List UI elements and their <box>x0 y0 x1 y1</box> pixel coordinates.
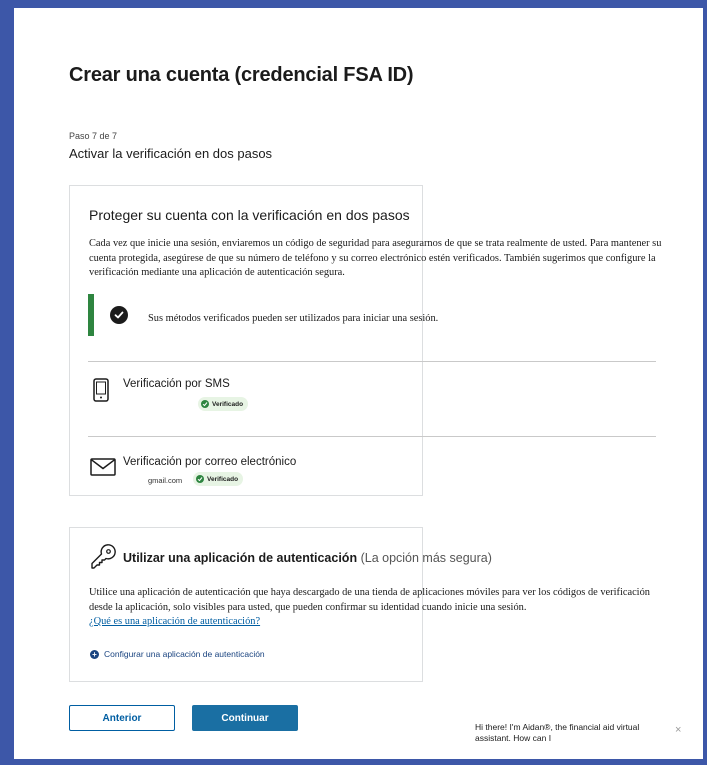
sms-badge-label: Verificado <box>212 400 244 408</box>
two-step-card <box>69 185 423 496</box>
envelope-icon <box>90 458 116 481</box>
email-verified-badge: Verificado <box>193 472 244 486</box>
email-badge-label: Verificado <box>207 475 239 483</box>
step-title: Activar la verificación en dos pasos <box>69 146 273 161</box>
two-step-description: Cada vez que inicie una sesión, enviarem… <box>89 238 662 278</box>
back-button[interactable]: Anterior <box>69 705 175 731</box>
auth-app-title: Utilizar una aplicación de autenticación… <box>123 551 492 565</box>
email-method-title: Verificación por correo electrónico <box>123 456 297 468</box>
success-alert-bar <box>88 294 94 336</box>
close-icon[interactable]: × <box>675 724 681 736</box>
setup-auth-app-link[interactable]: + Configurar una aplicación de autentica… <box>90 649 265 659</box>
sms-method-title: Verificación por SMS <box>123 378 230 390</box>
sms-verified-badge: Verificado <box>198 397 249 411</box>
check-badge-icon <box>201 400 209 408</box>
phone-icon <box>93 378 109 407</box>
continue-button[interactable]: Continuar <box>192 705 298 731</box>
key-icon <box>89 543 117 576</box>
auth-app-subtitle: (La opción más segura) <box>360 551 492 565</box>
page-title: Crear una cuenta (credencial FSA ID) <box>69 64 414 86</box>
divider <box>88 436 656 437</box>
checkmark-icon <box>110 306 128 324</box>
auth-app-description-text: Utilice una aplicación de autenticación … <box>89 587 650 613</box>
divider <box>88 361 656 362</box>
auth-app-description: Utilice una aplicación de autenticación … <box>89 586 664 630</box>
email-value: gmail.com <box>148 476 183 485</box>
plus-circle-icon: + <box>90 649 99 659</box>
auth-app-title-main: Utilizar una aplicación de autenticación <box>123 551 358 565</box>
check-badge-icon <box>196 475 204 483</box>
chat-assistant-message[interactable]: Hi there! I'm Aidan®, the financial aid … <box>475 722 645 744</box>
two-step-card-title: Proteger su cuenta con la verificación e… <box>89 207 410 223</box>
success-alert-text: Sus métodos verificados pueden ser utili… <box>148 313 439 324</box>
auth-app-help-link[interactable]: ¿Qué es una aplicación de autenticación? <box>89 616 260 627</box>
setup-auth-app-label: Configurar una aplicación de autenticaci… <box>104 649 265 659</box>
step-indicator: Paso 7 de 7 <box>69 131 118 141</box>
